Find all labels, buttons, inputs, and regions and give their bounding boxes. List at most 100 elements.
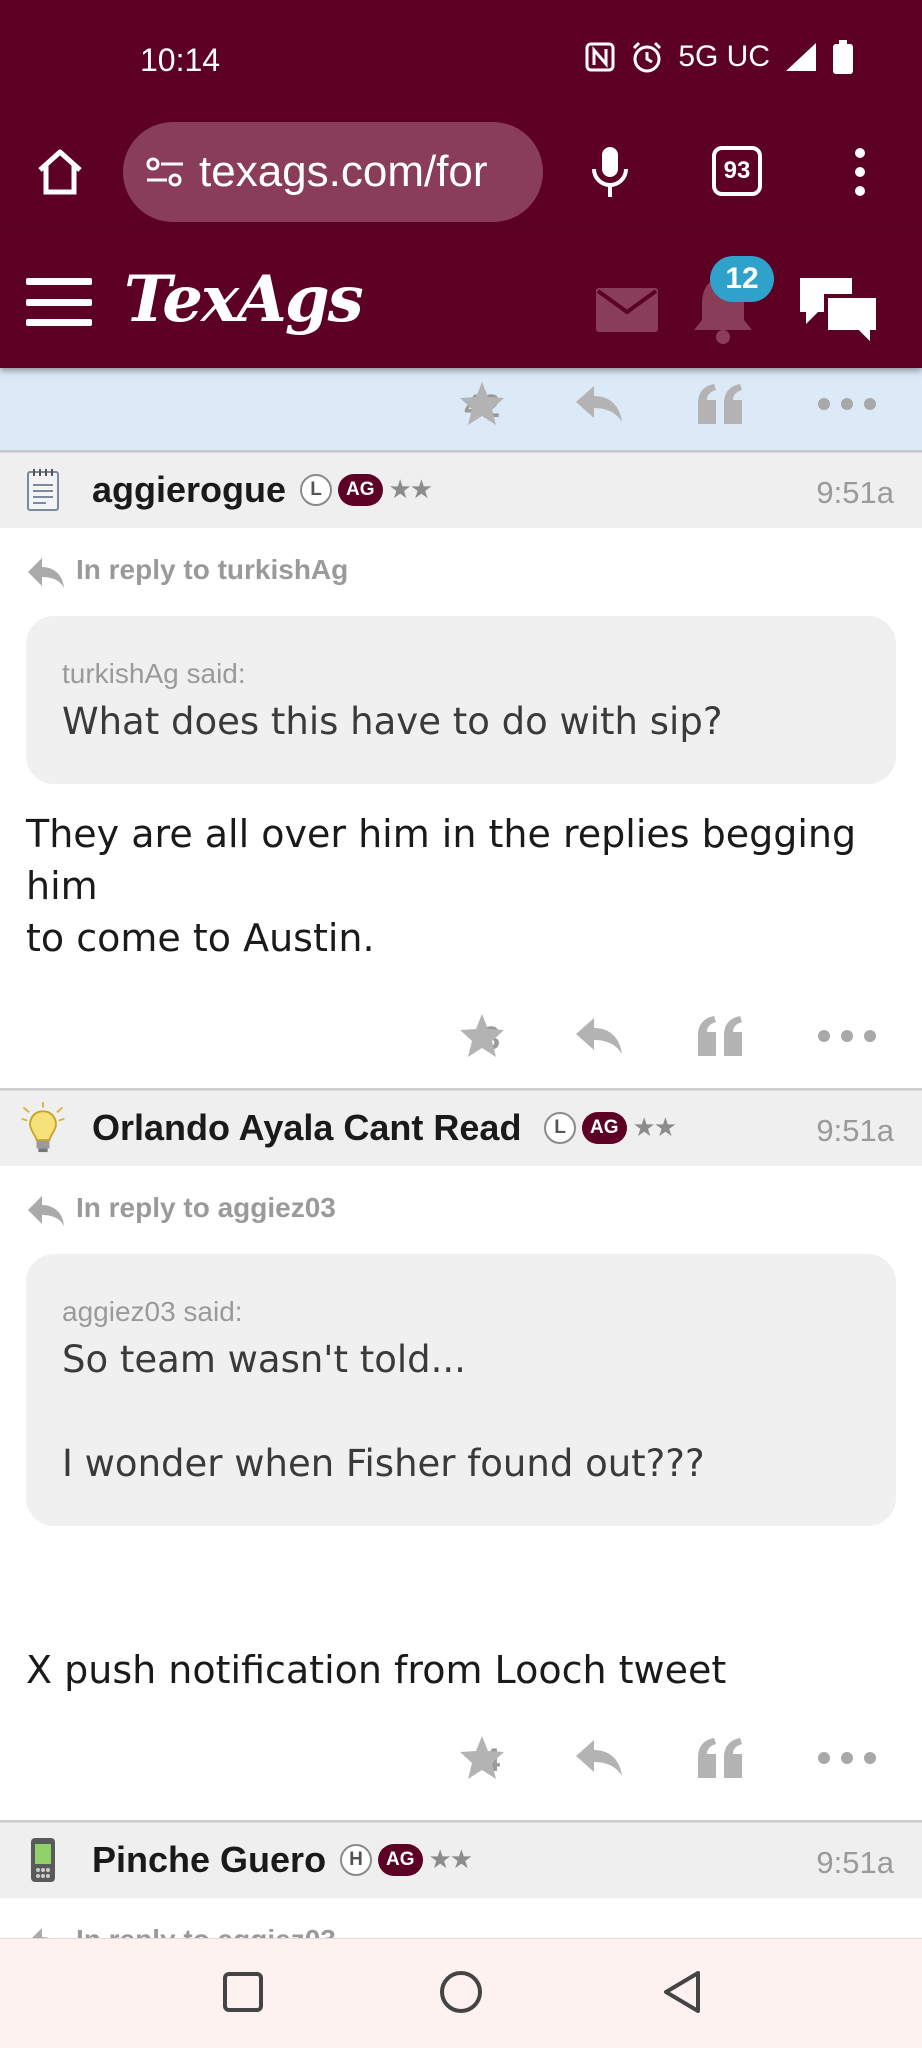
lightbulb-icon bbox=[21, 1102, 65, 1153]
reply-to-text: In reply to aggiez03 bbox=[76, 1192, 336, 1223]
rank-stars: ★★ bbox=[388, 475, 434, 505]
user-badges: H AG ★★ bbox=[340, 1844, 473, 1876]
site-logo[interactable]: TexAgs bbox=[124, 262, 364, 337]
reply-to-text: In reply to turkishAg bbox=[76, 554, 349, 585]
quote-text: I wonder when Fisher found out??? bbox=[62, 1442, 705, 1485]
hamburger-line bbox=[26, 298, 92, 306]
more-dot bbox=[818, 398, 830, 410]
post-header: Orlando Ayala Cant Read L AG ★★ 9:51a bbox=[0, 1090, 922, 1166]
username[interactable]: aggierogue bbox=[92, 469, 286, 511]
quote-block: turkishAg said: What does this have to d… bbox=[26, 616, 896, 784]
recents-icon[interactable] bbox=[218, 1967, 268, 2017]
hamburger-line bbox=[26, 319, 92, 326]
reply-icon[interactable] bbox=[574, 1016, 624, 1056]
home-icon bbox=[38, 149, 82, 195]
hamburger-menu-button[interactable] bbox=[26, 278, 92, 326]
post-time: 9:51a bbox=[816, 475, 894, 510]
post-body: X push notification from Looch tweet bbox=[0, 1526, 922, 1696]
tune-icon[interactable] bbox=[143, 150, 187, 194]
post-body-line: X push notification from Looch tweet bbox=[26, 1648, 727, 1692]
post-body-line: They are all over him in the replies beg… bbox=[26, 812, 857, 908]
chat-icon[interactable] bbox=[796, 272, 882, 350]
menu-dot bbox=[855, 148, 865, 158]
tab-switcher-button[interactable]: 93 bbox=[712, 146, 762, 196]
quote-author: aggiez03 said: bbox=[62, 1296, 243, 1327]
notepad-icon bbox=[27, 469, 59, 511]
browser-toolbar: texags.com/for 93 bbox=[0, 118, 922, 226]
quote-icon[interactable] bbox=[696, 1736, 744, 1780]
post-actions: 3 bbox=[0, 982, 922, 1088]
mail-icon[interactable] bbox=[596, 288, 658, 332]
avatar[interactable] bbox=[18, 465, 68, 515]
post-actions: 42 bbox=[0, 368, 922, 452]
quote-icon[interactable] bbox=[696, 1014, 744, 1058]
more-dot bbox=[841, 398, 853, 410]
quote-author: turkishAg said: bbox=[62, 658, 246, 689]
status-bar: 10:14 5G UC bbox=[0, 0, 922, 118]
star-icon[interactable] bbox=[458, 1012, 506, 1060]
quote-text: What does this have to do with sip? bbox=[62, 700, 723, 743]
star-icon[interactable] bbox=[458, 1734, 506, 1782]
mic-icon bbox=[592, 147, 628, 197]
menu-dot bbox=[855, 186, 865, 196]
site-header: TexAgs 12 bbox=[0, 226, 922, 368]
reply-icon bbox=[32, 1928, 49, 1938]
browser-menu-button[interactable] bbox=[842, 142, 878, 202]
reply-link[interactable]: In reply to aggiez03 bbox=[0, 1166, 922, 1254]
previous-post-actions: 42 bbox=[0, 368, 922, 452]
avatar[interactable] bbox=[18, 1835, 68, 1885]
back-icon[interactable] bbox=[658, 1967, 708, 2017]
more-dot bbox=[818, 1752, 830, 1764]
post: Pinche Guero H AG ★★ 9:51a In reply to a… bbox=[0, 1822, 922, 1938]
rank-stars: ★★ bbox=[632, 1113, 678, 1143]
system-nav-bar bbox=[0, 1938, 922, 2048]
post-header: aggierogue L AG ★★ 9:51a bbox=[0, 452, 922, 528]
more-dot bbox=[864, 398, 876, 410]
reply-link[interactable]: In reply to turkishAg bbox=[0, 528, 922, 616]
avatar[interactable] bbox=[18, 1102, 68, 1153]
reply-icon[interactable] bbox=[574, 1738, 624, 1778]
notification-badge[interactable]: 12 bbox=[710, 256, 774, 302]
post: aggierogue L AG ★★ 9:51a In reply to tur… bbox=[0, 452, 922, 1090]
more-dot bbox=[841, 1030, 853, 1042]
menu-dot bbox=[855, 167, 865, 177]
battery-icon bbox=[832, 40, 854, 74]
cellphone-icon bbox=[31, 1838, 55, 1882]
hamburger-line bbox=[26, 278, 92, 285]
status-icons: 5G UC bbox=[584, 40, 854, 74]
username[interactable]: Orlando Ayala Cant Read bbox=[92, 1107, 521, 1149]
alarm-icon bbox=[630, 40, 664, 74]
post-header: Pinche Guero H AG ★★ 9:51a bbox=[0, 1822, 922, 1898]
home-nav-icon[interactable] bbox=[436, 1967, 486, 2017]
star-icon[interactable] bbox=[458, 380, 506, 428]
network-label: 5G UC bbox=[678, 40, 770, 73]
username[interactable]: Pinche Guero bbox=[92, 1839, 326, 1881]
voice-search-button[interactable] bbox=[580, 142, 640, 202]
post-body: They are all over him in the replies beg… bbox=[0, 784, 922, 964]
reply-to-text: In reply to aggiez03 bbox=[76, 1924, 336, 1938]
level-badge: L bbox=[544, 1112, 576, 1144]
more-dot bbox=[864, 1030, 876, 1042]
more-icon[interactable] bbox=[818, 1030, 876, 1044]
reply-icon[interactable] bbox=[574, 384, 624, 424]
post-time: 9:51a bbox=[816, 1845, 894, 1880]
more-icon[interactable] bbox=[818, 1752, 876, 1766]
post-time: 9:51a bbox=[816, 1113, 894, 1148]
more-dot bbox=[864, 1752, 876, 1764]
level-badge: L bbox=[300, 474, 332, 506]
address-bar[interactable]: texags.com/for bbox=[123, 122, 543, 222]
reply-link[interactable]: In reply to aggiez03 bbox=[0, 1898, 922, 1938]
reply-icon bbox=[28, 558, 64, 588]
user-badges: L AG ★★ bbox=[300, 474, 434, 506]
reply-icon bbox=[28, 1196, 64, 1226]
nfc-icon bbox=[584, 41, 616, 73]
quote-text: So team wasn't told... bbox=[62, 1338, 466, 1381]
post: Orlando Ayala Cant Read L AG ★★ 9:51a In… bbox=[0, 1090, 922, 1822]
more-dot bbox=[841, 1752, 853, 1764]
group-badge: AG bbox=[378, 1844, 423, 1876]
post-actions: 4 bbox=[0, 1706, 922, 1820]
quote-icon[interactable] bbox=[696, 382, 744, 426]
home-button[interactable] bbox=[30, 142, 90, 202]
more-icon[interactable] bbox=[818, 398, 876, 412]
thread-content: 42 aggierogue L AG ★★ 9:51a In reply to … bbox=[0, 368, 922, 1938]
